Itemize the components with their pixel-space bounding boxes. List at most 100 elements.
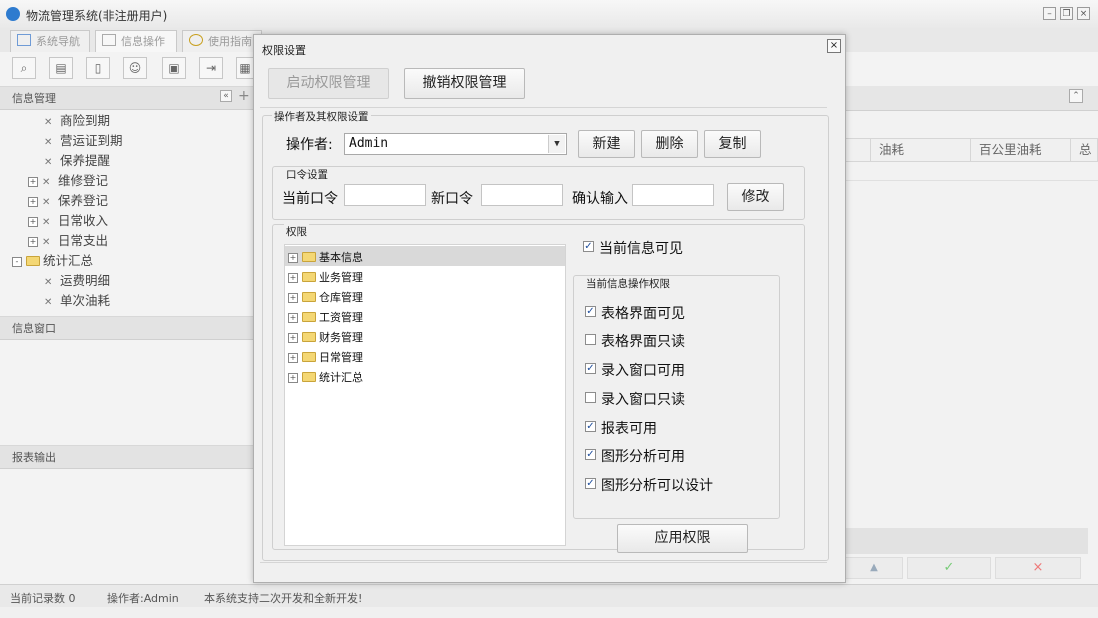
tree-item-maintenance-reminder[interactable]: ✕ 保养提醒 (44, 150, 110, 169)
panel-header-info: 信息管理 (0, 86, 255, 110)
monitor-icon (17, 34, 31, 46)
grid-column-header[interactable]: 总 (1070, 138, 1098, 162)
operator-value: Admin (349, 136, 389, 151)
tool-icon: ✕ (42, 177, 51, 188)
tab-system-nav[interactable]: 系统导航 (10, 30, 90, 52)
perm-node-finance[interactable]: + 财务管理 (288, 329, 363, 345)
perm-node-statistics[interactable]: + 统计汇总 (288, 369, 363, 385)
panel-header-label: 信息管理 (12, 92, 56, 105)
apply-permission-button[interactable]: 应用权限 (617, 524, 748, 553)
perm-node-basic-info[interactable]: + 基本信息 (288, 249, 363, 265)
print-icon[interactable]: ▦ (236, 57, 254, 79)
check-label: 图形分析可用 (601, 449, 685, 465)
perm-node-salary[interactable]: + 工资管理 (288, 309, 363, 325)
new-button[interactable]: 新建 (578, 130, 635, 158)
current-password-input[interactable] (344, 184, 426, 206)
operator-select[interactable]: Admin ▼ (344, 133, 567, 155)
tree-item-repair-register[interactable]: + ✕ 维修登记 (28, 170, 108, 189)
tool-icon: ✕ (42, 237, 51, 248)
tool-icon: ✕ (42, 217, 51, 228)
perm-node-daily[interactable]: + 日常管理 (288, 349, 363, 365)
tab-label: 信息操作 (121, 35, 165, 48)
expand-icon[interactable]: + (288, 313, 298, 323)
expand-icon[interactable]: + (288, 373, 298, 383)
tree-item-daily-expense[interactable]: + ✕ 日常支出 (28, 230, 108, 249)
close-window-button[interactable]: × (1077, 7, 1090, 20)
expand-icon[interactable]: + (28, 237, 38, 247)
perm-node-business[interactable]: + 业务管理 (288, 269, 363, 285)
checkbox-entry-readonly[interactable] (585, 392, 596, 403)
checkbox-grid-readonly[interactable] (585, 334, 596, 345)
search-icon[interactable]: ⌕ (12, 57, 36, 79)
tree-item-single-fuel[interactable]: ✕ 单次油耗 (44, 290, 110, 309)
expand-icon[interactable]: + (288, 273, 298, 283)
tree-item-daily-income[interactable]: + ✕ 日常收入 (28, 210, 108, 229)
perm-node-warehouse[interactable]: + 仓库管理 (288, 289, 363, 305)
user-icon[interactable]: ☺ (123, 57, 147, 79)
grid-icon (102, 34, 116, 46)
visible-checkbox[interactable]: ✓ (583, 241, 594, 252)
expand-icon[interactable]: + (288, 333, 298, 343)
document-icon[interactable]: ▯ (86, 57, 110, 79)
grid-column-header[interactable]: 油耗 (870, 138, 970, 162)
collapse-tree-icon[interactable]: - (12, 257, 22, 267)
add-icon[interactable]: + (238, 88, 250, 104)
folder-icon (302, 292, 316, 302)
minimize-button[interactable]: – (1043, 7, 1056, 20)
tree-item-license-due[interactable]: ✕ 营运证到期 (44, 130, 123, 149)
check-label: 表格界面只读 (601, 334, 685, 350)
collapse-up-icon[interactable]: ⌃ (1069, 89, 1083, 103)
checkbox-chart-design[interactable]: ✓ (585, 478, 596, 489)
tree-item-statistics[interactable]: - 统计汇总 (12, 250, 93, 269)
new-password-input[interactable] (481, 184, 563, 206)
window-title: 物流管理系统(非注册用户) (26, 9, 168, 23)
chevron-down-icon: ▼ (548, 135, 565, 153)
confirm-password-label: 确认输入 (572, 191, 628, 207)
tool-icon: ✕ (44, 117, 53, 128)
delete-button[interactable]: 删除 (641, 130, 698, 158)
grid-column-header[interactable]: 百公里油耗 (970, 138, 1070, 162)
separator (260, 107, 827, 108)
check-label: 表格界面可见 (601, 306, 685, 322)
password-group-label: 口令设置 (284, 167, 330, 182)
enable-permission-button[interactable]: 启动权限管理 (268, 68, 389, 99)
modify-password-button[interactable]: 修改 (727, 183, 784, 211)
permission-group-label: 权限 (284, 224, 309, 239)
tree-item-insurance-due[interactable]: ✕ 商险到期 (44, 110, 110, 129)
restore-button[interactable]: ❐ (1060, 7, 1073, 20)
grid-row (845, 162, 1098, 181)
separator (260, 562, 827, 563)
tree-item-freight-detail[interactable]: ✕ 运费明细 (44, 270, 110, 289)
expand-icon[interactable]: + (28, 217, 38, 227)
revoke-permission-button[interactable]: 撤销权限管理 (404, 68, 525, 99)
collapse-icon[interactable]: « (220, 90, 232, 102)
status-operator: 操作者:Admin (107, 592, 179, 605)
tree-item-maintenance-register[interactable]: + ✕ 保养登记 (28, 190, 108, 209)
copy-button[interactable]: 复制 (704, 130, 761, 158)
folder-icon (302, 372, 316, 382)
expand-icon[interactable]: + (28, 177, 38, 187)
window-icon[interactable]: ▣ (162, 57, 186, 79)
expand-icon[interactable]: + (288, 253, 298, 263)
check-label: 报表可用 (601, 421, 657, 437)
export-icon[interactable]: ⇥ (199, 57, 223, 79)
list-icon[interactable]: ▤ (49, 57, 73, 79)
tab-user-guide[interactable]: 使用指南 (182, 30, 262, 52)
cancel-icon[interactable]: × (995, 557, 1081, 579)
checkbox-chart-enabled[interactable]: ✓ (585, 449, 596, 460)
tool-icon: ✕ (44, 277, 53, 288)
folder-icon (302, 272, 316, 282)
checkbox-report-enabled[interactable]: ✓ (585, 421, 596, 432)
tab-label: 系统导航 (36, 35, 80, 48)
expand-icon[interactable]: + (288, 353, 298, 363)
move-up-icon[interactable]: ▲ (845, 557, 903, 579)
checkbox-grid-visible[interactable]: ✓ (585, 306, 596, 317)
expand-icon[interactable]: + (28, 197, 38, 207)
confirm-password-input[interactable] (632, 184, 714, 206)
status-bar: 当前记录数 0 操作者:Admin 本系统支持二次开发和全新开发! (0, 584, 1098, 607)
tab-info-ops[interactable]: 信息操作 (95, 30, 177, 52)
close-icon[interactable]: × (827, 39, 841, 53)
checkbox-entry-enabled[interactable]: ✓ (585, 363, 596, 374)
confirm-icon[interactable]: ✓ (907, 557, 991, 579)
expand-icon[interactable]: + (288, 293, 298, 303)
